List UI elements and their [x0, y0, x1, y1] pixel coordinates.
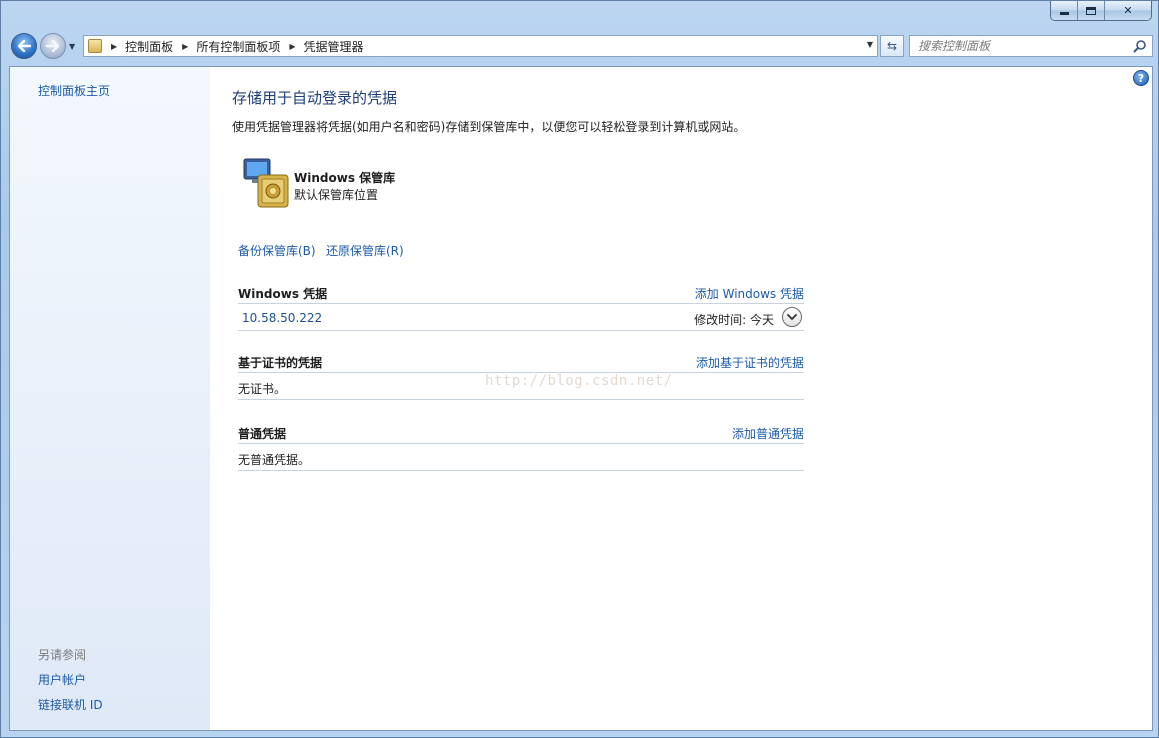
- close-button[interactable]: ✕: [1105, 1, 1151, 20]
- refresh-button[interactable]: ⇆: [880, 35, 904, 57]
- maximize-button[interactable]: [1078, 1, 1105, 20]
- backup-vault-link[interactable]: 备份保管库(B): [238, 242, 316, 259]
- add-generic-credential-link[interactable]: 添加普通凭据: [732, 425, 804, 442]
- navigation-bar: ▼ ▶ 控制面板 ▶ 所有控制面板项 ▶ 凭据管理器 ▼ ⇆: [9, 31, 1153, 61]
- credential-row[interactable]: 10.58.50.222 修改时间: 今天: [238, 304, 804, 331]
- breadcrumb-control-panel[interactable]: 控制面板: [125, 38, 173, 55]
- client-area: 控制面板主页 另请参阅 用户帐户 链接联机 ID ? http://blog.c…: [9, 66, 1153, 731]
- search-icon[interactable]: [1133, 39, 1147, 53]
- window-frame: ✕ ▼ ▶ 控制面板 ▶ 所有控制面板项 ▶ 凭据管理器 ▼ ⇆ 搜索控制面板 …: [0, 0, 1159, 738]
- credential-modified-time: 修改时间: 今天: [694, 313, 774, 327]
- expand-credential-button[interactable]: [782, 307, 802, 327]
- vault-name: Windows 保管库: [294, 171, 396, 185]
- back-button[interactable]: [11, 33, 37, 59]
- sidebar: 控制面板主页 另请参阅 用户帐户 链接联机 ID: [10, 67, 210, 730]
- user-accounts-link[interactable]: 用户帐户: [38, 671, 86, 688]
- chevron-down-icon: [787, 314, 797, 320]
- section-header: 普通凭据 添加普通凭据: [238, 418, 804, 444]
- section-title: Windows 凭据: [238, 287, 328, 301]
- section-title: 普通凭据: [238, 427, 287, 441]
- search-input[interactable]: [910, 36, 1120, 56]
- back-arrow-icon: [17, 40, 31, 52]
- minimize-button[interactable]: [1051, 1, 1078, 20]
- forward-button[interactable]: [40, 33, 66, 59]
- page-title: 存储用于自动登录的凭据: [232, 89, 398, 107]
- empty-message: 无证书。: [238, 382, 287, 396]
- vault-icon: [243, 158, 289, 208]
- section-header: Windows 凭据 添加 Windows 凭据: [238, 278, 804, 304]
- credential-name[interactable]: 10.58.50.222: [242, 311, 322, 325]
- breadcrumb-all-items[interactable]: 所有控制面板项: [196, 38, 280, 55]
- search-box[interactable]: [909, 35, 1153, 57]
- help-icon[interactable]: ?: [1133, 70, 1149, 86]
- section-title: 基于证书的凭据: [238, 356, 323, 370]
- add-windows-credential-link[interactable]: 添加 Windows 凭据: [695, 285, 804, 302]
- windows-credentials-section: Windows 凭据 添加 Windows 凭据 10.58.50.222 修改…: [238, 278, 804, 331]
- recent-pages-dropdown[interactable]: ▼: [69, 42, 75, 51]
- link-online-id-link[interactable]: 链接联机 ID: [38, 696, 103, 713]
- forward-arrow-icon: [46, 40, 60, 52]
- vault-subtitle: 默认保管库位置: [294, 188, 379, 202]
- minimize-icon: [1059, 12, 1069, 15]
- generic-credentials-section: 普通凭据 添加普通凭据 无普通凭据。: [238, 418, 804, 471]
- control-panel-icon: [88, 39, 102, 53]
- breadcrumb-separator-icon[interactable]: ▶: [289, 42, 295, 51]
- empty-message: 无普通凭据。: [238, 453, 311, 467]
- sidebar-home-link[interactable]: 控制面板主页: [38, 82, 110, 99]
- restore-vault-link[interactable]: 还原保管库(R): [326, 242, 404, 259]
- certificate-credentials-section: 基于证书的凭据 添加基于证书的凭据 无证书。: [238, 347, 804, 400]
- section-header: 基于证书的凭据 添加基于证书的凭据: [238, 347, 804, 373]
- maximize-icon: [1086, 6, 1096, 15]
- breadcrumb-credential-manager[interactable]: 凭据管理器: [304, 38, 364, 55]
- address-dropdown-icon[interactable]: ▼: [867, 40, 873, 49]
- add-certificate-credential-link[interactable]: 添加基于证书的凭据: [696, 354, 804, 371]
- caption-buttons: ✕: [1050, 1, 1152, 21]
- empty-row: 无证书。: [238, 373, 804, 400]
- refresh-icon: ⇆: [886, 39, 898, 53]
- see-also-heading: 另请参阅: [38, 648, 87, 662]
- address-bar[interactable]: ▶ 控制面板 ▶ 所有控制面板项 ▶ 凭据管理器 ▼: [83, 35, 878, 57]
- empty-row: 无普通凭据。: [238, 444, 804, 471]
- breadcrumb-separator-icon[interactable]: ▶: [182, 42, 188, 51]
- page-description: 使用凭据管理器将凭据(如用户名和密码)存储到保管库中，以便您可以轻松登录到计算机…: [232, 120, 746, 134]
- breadcrumb-separator-icon[interactable]: ▶: [111, 42, 117, 51]
- close-icon: ✕: [1123, 4, 1133, 17]
